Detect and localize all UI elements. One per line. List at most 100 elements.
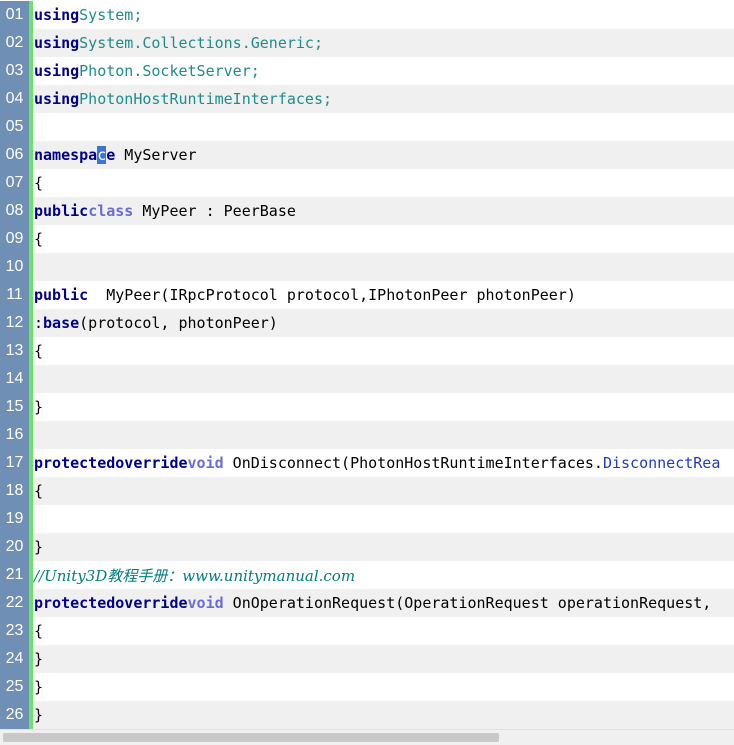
horizontal-scrollbar[interactable] <box>0 729 734 745</box>
line-number: 05 <box>0 113 29 141</box>
code-line[interactable]: 16 <box>0 421 734 449</box>
code-line[interactable]: 26} <box>0 701 734 729</box>
code-line[interactable]: 19 <box>0 505 734 533</box>
code-text: } <box>33 650 43 668</box>
code-text: usingPhoton.SocketServer; <box>33 62 260 80</box>
line-number: 04 <box>0 85 29 113</box>
code-line[interactable]: 13 { <box>0 337 734 365</box>
code-token: } <box>34 650 44 668</box>
code-token: override <box>115 594 188 612</box>
code-line[interactable]: 21 //Unity3D教程手册：www.unitymanual.com <box>0 561 734 589</box>
code-token: //Unity3D教程手册：www.unitymanual.com <box>34 566 356 585</box>
gutter-bar <box>29 365 33 393</box>
code-token: DisconnectRea <box>602 454 721 472</box>
line-number: 14 <box>0 365 29 393</box>
code-text: protectedoverridevoid OnOperationRequest… <box>33 594 711 612</box>
code-line[interactable]: 09 { <box>0 225 734 253</box>
code-view[interactable]: 01 usingSystem; 02 usingSystem.Collections.… <box>0 1 734 729</box>
code-token: c <box>97 146 107 164</box>
code-text: } <box>33 706 43 724</box>
gutter-bar <box>29 113 33 141</box>
scrollbar-thumb[interactable] <box>3 733 499 742</box>
code-text: namespace MyServer <box>33 146 197 164</box>
code-line[interactable]: 17 protectedoverridevoid OnDisconnect(Pho… <box>0 449 734 477</box>
code-token: } <box>34 538 44 556</box>
code-token: using <box>34 90 80 108</box>
line-number: 21 <box>0 561 29 589</box>
code-token: void <box>187 454 224 472</box>
code-token: using <box>34 62 80 80</box>
code-text: usingSystem.Collections.Generic; <box>33 34 323 52</box>
code-line[interactable]: 07 { <box>0 169 734 197</box>
code-token: protected <box>34 454 116 472</box>
line-number: 18 <box>0 477 29 505</box>
line-number: 09 <box>0 225 29 253</box>
code-line[interactable]: 06 namespace MyServer <box>0 141 734 169</box>
gutter-bar <box>29 505 33 533</box>
line-number: 23 <box>0 617 29 645</box>
code-text: { <box>33 230 43 248</box>
code-line[interactable]: 24} <box>0 645 734 673</box>
code-token: class <box>88 202 134 220</box>
line-number: 07 <box>0 169 29 197</box>
code-text: } <box>33 678 43 696</box>
code-token: PhotonHostRuntimeInterfaces; <box>79 90 333 108</box>
line-number: 19 <box>0 505 29 533</box>
code-token: { <box>34 622 44 640</box>
code-text: //Unity3D教程手册：www.unitymanual.com <box>33 565 355 586</box>
code-token: } <box>34 706 44 724</box>
code-token: MyPeer : PeerBase <box>133 202 296 220</box>
code-line[interactable]: 03 usingPhoton.SocketServer; <box>0 57 734 85</box>
code-token: { <box>34 230 44 248</box>
code-line[interactable]: 10 <box>0 253 734 281</box>
code-token: using <box>34 34 80 52</box>
code-token: { <box>34 342 44 360</box>
code-token: (protocol, photonPeer) <box>79 314 278 332</box>
code-token: public <box>34 286 89 304</box>
code-line[interactable]: 25} <box>0 673 734 701</box>
code-token: protected <box>34 594 116 612</box>
code-token: } <box>34 678 44 696</box>
code-token: void <box>187 594 224 612</box>
code-token: MyPeer(IRpcProtocol protocol,IPhotonPeer… <box>88 286 576 304</box>
code-line[interactable]: 20} <box>0 533 734 561</box>
code-text: } <box>33 538 43 556</box>
line-number: 03 <box>0 57 29 85</box>
code-line[interactable]: 23 { <box>0 617 734 645</box>
code-token: MyServer <box>115 146 197 164</box>
gutter-bar <box>29 253 33 281</box>
code-line[interactable]: 02 usingSystem.Collections.Generic; <box>0 29 734 57</box>
code-line[interactable]: 22 protectedoverridevoid OnOperationReque… <box>0 589 734 617</box>
code-text: publicclass MyPeer : PeerBase <box>33 202 296 220</box>
line-number: 08 <box>0 197 29 225</box>
code-line[interactable]: 05 <box>0 113 734 141</box>
line-number: 10 <box>0 253 29 281</box>
code-token: namespa <box>34 146 98 164</box>
code-token: OnDisconnect(PhotonHostRuntimeInterfaces… <box>223 454 603 472</box>
line-number: 01 <box>0 1 29 29</box>
line-number: 20 <box>0 533 29 561</box>
code-text: usingPhotonHostRuntimeInterfaces; <box>33 90 332 108</box>
code-text: } <box>33 398 43 416</box>
line-number: 17 <box>0 449 29 477</box>
line-number: 02 <box>0 29 29 57</box>
code-line[interactable]: 14 <box>0 365 734 393</box>
gutter-bar <box>29 421 33 449</box>
code-token: using <box>34 6 80 24</box>
line-number: 13 <box>0 337 29 365</box>
line-number: 25 <box>0 673 29 701</box>
code-line[interactable]: 18 { <box>0 477 734 505</box>
code-line[interactable]: 15} <box>0 393 734 421</box>
line-number: 26 <box>0 701 29 729</box>
line-number: 11 <box>0 281 29 309</box>
code-token: System; <box>79 6 143 24</box>
code-line[interactable]: 11 public MyPeer(IRpcProtocol protocol,IP… <box>0 281 734 309</box>
line-number: 24 <box>0 645 29 673</box>
code-line[interactable]: 04 usingPhotonHostRuntimeInterfaces; <box>0 85 734 113</box>
code-line[interactable]: 08 publicclass MyPeer : PeerBase <box>0 197 734 225</box>
code-text: protectedoverridevoid OnDisconnect(Photo… <box>33 454 720 472</box>
code-token: base <box>43 314 80 332</box>
code-line[interactable]: 01 usingSystem; <box>0 1 734 29</box>
code-line[interactable]: 12:base(protocol, photonPeer) <box>0 309 734 337</box>
code-text: public MyPeer(IRpcProtocol protocol,IPho… <box>33 286 576 304</box>
